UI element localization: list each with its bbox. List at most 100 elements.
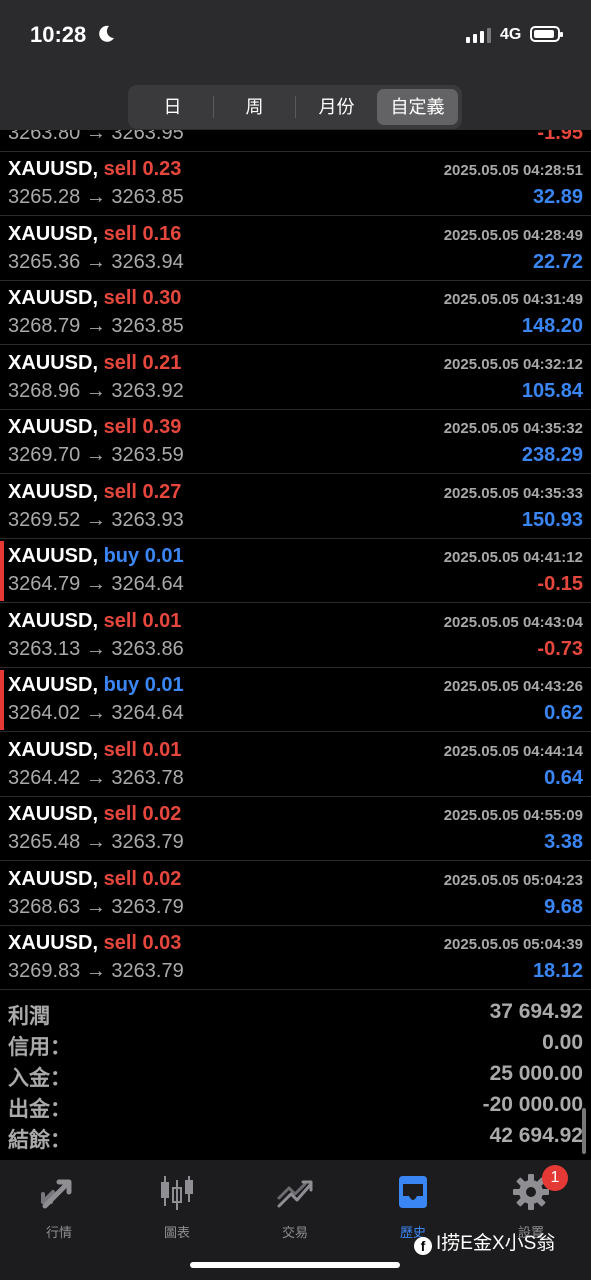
trade-profit: 9.68 [544, 895, 583, 918]
symbol-name: XAUUSD, [8, 545, 99, 567]
trade-profit: 3.38 [544, 831, 583, 853]
trade-profit: 32.89 [532, 186, 583, 208]
trade-prices: 3264.02 → 3264.64 [8, 702, 184, 724]
trade-symbol: XAUUSD, sell 0.01 [8, 610, 181, 633]
watermark: f I捞E金X小S翁 [414, 1228, 555, 1255]
trade-side: sell [103, 803, 137, 825]
nav-label: 行情 [45, 1225, 72, 1240]
trade-lots: 0.02 [142, 803, 182, 825]
list-item[interactable]: XAUUSD, sell 0.21 2025.05.05 04:32:12 3268… [0, 346, 591, 410]
tab-day[interactable]: 日 [132, 89, 213, 125]
trade-time: 2025.05.05 05:04:39 [443, 936, 583, 953]
symbol-name: XAUUSD, [8, 158, 99, 180]
trade-profit: 0.62 [544, 702, 583, 724]
tab-month[interactable]: 月份 [296, 89, 377, 125]
list-item[interactable]: XAUUSD, sell 0.39 2025.05.05 04:35:32 3269… [0, 410, 591, 474]
list-item[interactable]: XAUUSD, sell 0.03 2025.05.05 05:04:39 3269… [0, 926, 591, 990]
list-item[interactable]: XAUUSD, sell 0.02 2025.05.05 04:55:09 3265… [0, 797, 591, 861]
symbol-name: XAUUSD, [8, 351, 99, 374]
list-item[interactable]: XAUUSD, sell 0.27 2025.05.05 04:35:33 3269… [0, 475, 591, 539]
symbol-name: XAUUSD, [8, 287, 99, 309]
summary-value: 42 694.92 [489, 1124, 583, 1147]
tab-week[interactable]: 周 [214, 89, 295, 125]
trade-side: sell [103, 287, 137, 309]
symbol-name: XAUUSD, [8, 674, 99, 696]
summary-balance-row: 結餘： 42 694.92 [0, 1122, 591, 1153]
trade-prices: 3265.28 → 3263.85 [8, 186, 184, 208]
trade-lots: 0.01 [144, 674, 184, 696]
list-item[interactable]: XAUUSD, sell 0.16 2025.05.05 04:28:49 3265… [0, 217, 591, 281]
list-item[interactable]: XAUUSD, buy 0.01 2025.05.05 04:43:26 3264.… [0, 668, 591, 732]
trade-side: sell [103, 738, 137, 761]
trade-trend-icon [277, 1180, 313, 1208]
summary-profit-row: 利潤 37 694.92 [0, 998, 591, 1029]
nav-trade[interactable]: 交易 [236, 1168, 354, 1240]
trade-history-list[interactable]: 3263.80 → 3263.95 -1.95 XAUUSD, sell 0.2… [0, 130, 591, 990]
trade-lots: 0.21 [142, 351, 182, 374]
trade-lots: 0.01 [144, 545, 184, 567]
summary-label: 出金： [8, 1098, 71, 1121]
list-item[interactable]: XAUUSD, buy 0.01 2025.05.05 04:41:12 3264.… [0, 539, 591, 603]
list-item[interactable]: XAUUSD, sell 0.23 2025.05.05 04:28:51 3265… [0, 152, 591, 216]
facebook-icon: f [414, 1237, 432, 1255]
candlestick-chart-icon [161, 1176, 193, 1210]
trade-symbol: XAUUSD, buy 0.01 [8, 674, 184, 697]
home-indicator[interactable] [190, 1262, 400, 1268]
list-item[interactable]: XAUUSD, sell 0.02 2025.05.05 05:04:23 3268… [0, 862, 591, 926]
summary-value: 0.00 [542, 1031, 583, 1054]
trade-lots: 0.01 [142, 609, 182, 632]
tab-custom[interactable]: 自定義 [377, 89, 458, 125]
trade-profit: -0.15 [537, 573, 583, 595]
trade-prices: 3265.36 → 3263.94 [8, 250, 184, 273]
trade-profit: -1.95 [537, 130, 583, 144]
summary-label: 信用： [8, 1036, 71, 1059]
list-item[interactable]: XAUUSD, sell 0.01 2025.05.05 04:43:04 3263… [0, 604, 591, 668]
status-bar: 10:28 4G [0, 0, 591, 72]
summary-value: 37 694.92 [489, 1000, 583, 1023]
trade-profit: 148.20 [521, 315, 583, 337]
summary-label: 入金： [8, 1067, 71, 1090]
nav-quotes[interactable]: 行情 [0, 1168, 118, 1240]
trade-prices: 3269.52 → 3263.93 [8, 508, 184, 531]
trade-profit: 22.72 [532, 250, 583, 273]
trade-symbol: XAUUSD, sell 0.01 [8, 739, 181, 762]
list-item[interactable]: XAUUSD, sell 0.01 2025.05.05 04:44:14 3264… [0, 733, 591, 797]
trade-symbol: XAUUSD, sell 0.16 [8, 223, 181, 246]
trade-side: sell [103, 867, 137, 890]
do-not-disturb-moon-icon [99, 25, 114, 42]
scrollbar[interactable] [582, 1108, 586, 1154]
trade-time: 2025.05.05 04:28:51 [443, 162, 583, 179]
quotes-arrow-icon [41, 1179, 72, 1209]
trade-side: buy [103, 545, 140, 567]
trade-symbol: XAUUSD, sell 0.02 [8, 803, 181, 826]
nav-chart[interactable]: 圖表 [118, 1168, 236, 1240]
trade-lots: 0.39 [142, 416, 182, 438]
symbol-name: XAUUSD, [8, 480, 99, 503]
symbol-name: XAUUSD, [8, 932, 99, 954]
period-header: 日 周 月份 自定義 [0, 72, 591, 130]
history-inbox-icon [399, 1176, 427, 1208]
trade-profit: 0.64 [544, 766, 583, 789]
list-item-partial[interactable]: 3263.80 → 3263.95 -1.95 [0, 130, 591, 152]
network-type: 4G [500, 26, 522, 43]
trade-prices: 3265.48 → 3263.79 [8, 831, 184, 853]
trade-prices: 3268.63 → 3263.79 [8, 895, 184, 918]
summary-credit-row: 信用： 0.00 [0, 1029, 591, 1060]
trade-profit: 18.12 [532, 960, 583, 982]
trade-time: 2025.05.05 04:43:04 [443, 613, 583, 631]
nav-label: 圖表 [163, 1225, 190, 1240]
trade-side: sell [103, 222, 137, 245]
cellular-signal-icon [466, 28, 491, 43]
trade-prices: 3264.79 → 3264.64 [8, 573, 184, 595]
trade-time: 2025.05.05 04:55:09 [443, 807, 583, 824]
summary-label: 結餘： [8, 1129, 71, 1152]
trade-time: 2025.05.05 04:28:49 [443, 226, 583, 244]
trade-prices: 3264.42 → 3263.78 [8, 766, 184, 789]
trade-profit: 105.84 [521, 379, 583, 402]
account-summary: 利潤 37 694.92 信用： 0.00 入金： 25 000.00 出金： … [0, 990, 591, 1158]
list-item[interactable]: XAUUSD, sell 0.30 2025.05.05 04:31:49 3268… [0, 281, 591, 345]
trade-lots: 0.02 [142, 867, 182, 890]
trade-side: sell [103, 932, 137, 954]
trade-symbol: XAUUSD, buy 0.01 [8, 545, 184, 568]
summary-value: 25 000.00 [489, 1062, 583, 1085]
